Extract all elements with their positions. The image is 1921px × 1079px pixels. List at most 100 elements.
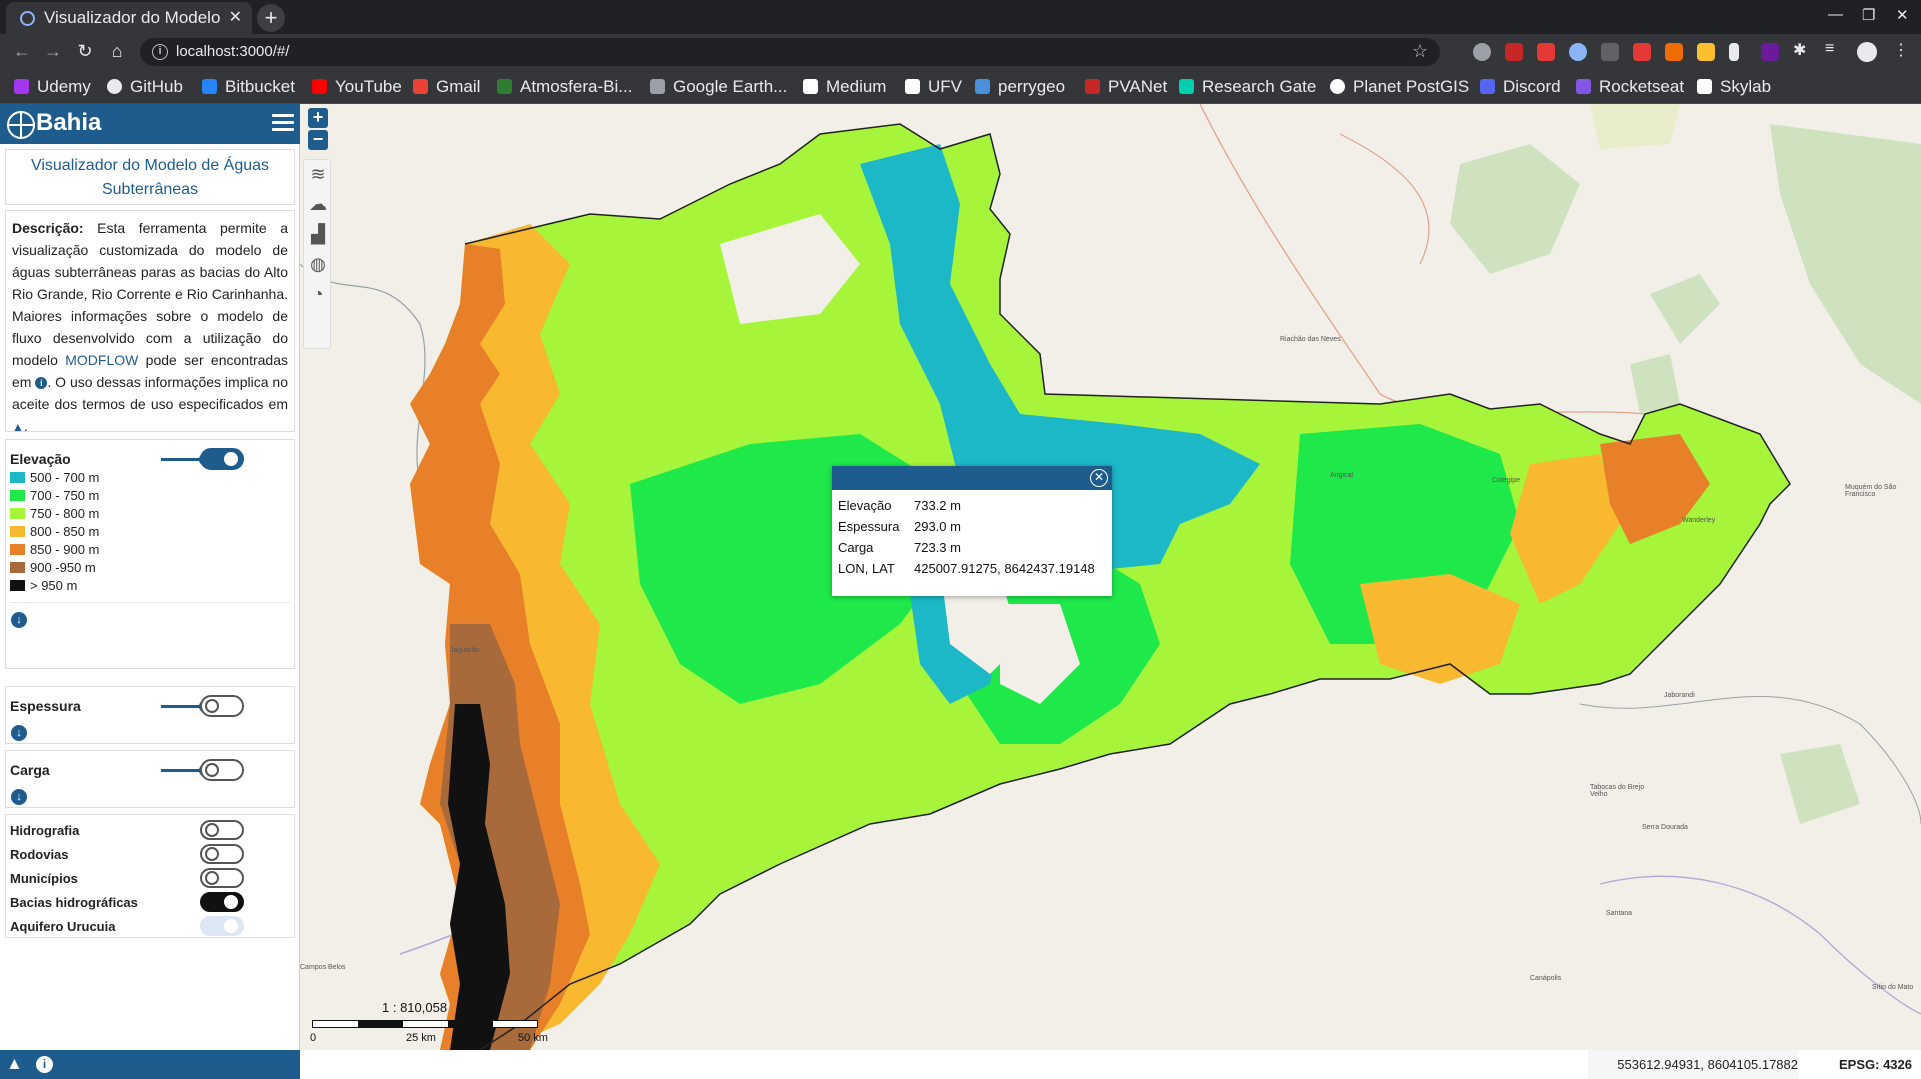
hamburger-menu-icon[interactable] bbox=[272, 114, 294, 134]
home-icon[interactable]: ⌂ bbox=[105, 41, 129, 62]
bookmark-skylab[interactable]: Skylab bbox=[1697, 77, 1771, 97]
media-icon[interactable]: ≡ bbox=[1825, 40, 1843, 58]
description-panel: Descrição: Esta ferramenta permite a vis… bbox=[5, 210, 295, 434]
avatar[interactable] bbox=[1857, 42, 1877, 62]
info-icon[interactable]: i bbox=[35, 377, 48, 389]
place-label: Riachão das Neves bbox=[1280, 336, 1341, 343]
close-window-icon[interactable]: ✕ bbox=[1896, 6, 1909, 24]
basins-toggle[interactable] bbox=[200, 892, 244, 912]
boundary-line bbox=[1599, 875, 1921, 1015]
map-toolbar: ≋ ☁ ▟ ◍ ◔ bbox=[303, 159, 331, 349]
forward-icon[interactable]: → bbox=[41, 41, 65, 62]
bar-chart-icon[interactable]: ▟ bbox=[307, 223, 329, 245]
new-tab-button[interactable]: + bbox=[257, 4, 285, 32]
download-icon[interactable]: ↓ bbox=[11, 789, 27, 805]
legend-label: > 950 m bbox=[30, 578, 78, 593]
bookmark-research-gate[interactable]: Research Gate bbox=[1179, 77, 1316, 97]
bookmark-label: Research Gate bbox=[1202, 77, 1317, 96]
place-label: Campos Belos bbox=[300, 964, 346, 971]
extension-icon[interactable] bbox=[1569, 43, 1587, 61]
ublock-icon[interactable] bbox=[1505, 43, 1523, 61]
head-toggle[interactable] bbox=[200, 759, 244, 781]
puzzle-icon[interactable]: ✱ bbox=[1793, 40, 1811, 59]
scale-bar-graphic bbox=[312, 1020, 538, 1028]
description-label: Descrição: bbox=[12, 220, 84, 236]
extension-icon[interactable] bbox=[1537, 43, 1555, 61]
legend-swatch bbox=[10, 490, 25, 501]
zoom-in-button[interactable]: + bbox=[308, 108, 328, 128]
globe-icon[interactable]: ◍ bbox=[307, 253, 329, 275]
scale-segment bbox=[313, 1021, 358, 1027]
browser-tabbar: Visualizador do Modelo ✕ + — ❐ ✕ bbox=[0, 0, 1921, 34]
back-icon[interactable]: ← bbox=[10, 41, 34, 62]
minimize-icon[interactable]: — bbox=[1828, 6, 1843, 23]
scale-segment bbox=[493, 1021, 537, 1027]
restore-icon[interactable]: ❐ bbox=[1862, 6, 1875, 24]
elevation-layer-panel: Elevação 500 - 700 m 700 - 750 m 750 - 8… bbox=[5, 439, 295, 669]
extension-icon[interactable] bbox=[1729, 43, 1739, 61]
bookmark-perrygeo[interactable]: perrygeo bbox=[975, 77, 1065, 97]
modflow-link[interactable]: MODFLOW bbox=[65, 352, 138, 368]
kebab-menu-icon[interactable]: ⋮ bbox=[1893, 40, 1911, 59]
place-label: Serra Dourada bbox=[1642, 824, 1688, 831]
feature-info-popup: ✕ Elevação 733.2 m Espessura 293.0 m Carga… bbox=[832, 466, 1112, 596]
address-bar[interactable]: i localhost:3000/#/ ☆ bbox=[140, 38, 1440, 66]
bookmark-rocketseat[interactable]: Rocketseat bbox=[1576, 77, 1684, 97]
bookmark-google-earth[interactable]: Google Earth... bbox=[650, 77, 787, 97]
extension-icon[interactable] bbox=[1601, 43, 1619, 61]
thickness-toggle[interactable] bbox=[200, 695, 244, 717]
info-icon[interactable]: i bbox=[36, 1056, 53, 1073]
extension-icon[interactable] bbox=[1633, 43, 1651, 61]
rocketseat-icon bbox=[1576, 79, 1591, 94]
bookmark-label: UFV bbox=[928, 77, 962, 96]
bookmark-star-icon[interactable]: ☆ bbox=[1412, 41, 1428, 62]
scale-ratio: 1 : 810,058 bbox=[382, 1000, 448, 1015]
bookmark-udemy[interactable]: Udemy bbox=[14, 77, 91, 97]
road-line bbox=[1199, 104, 1701, 425]
bookmark-github[interactable]: GitHub bbox=[107, 77, 183, 97]
browser-tab[interactable]: Visualizador do Modelo ✕ bbox=[6, 2, 252, 34]
close-tab-icon[interactable]: ✕ bbox=[229, 2, 242, 34]
bookmark-atmosfera[interactable]: Atmosfera-Bi... bbox=[497, 77, 632, 97]
reload-icon[interactable]: ↻ bbox=[73, 41, 97, 62]
place-label: Sítio do Mato bbox=[1872, 984, 1914, 991]
zoom-out-button[interactable]: − bbox=[308, 130, 328, 150]
download-icon[interactable]: ↓ bbox=[11, 612, 27, 628]
bookmark-pvanet[interactable]: PVANet bbox=[1085, 77, 1167, 97]
bookmark-bitbucket[interactable]: Bitbucket bbox=[202, 77, 295, 97]
elevation-toggle[interactable] bbox=[200, 448, 244, 470]
bookmark-medium[interactable]: Medium bbox=[803, 77, 886, 97]
bitbucket-icon bbox=[202, 79, 217, 94]
hydrography-toggle[interactable] bbox=[200, 820, 244, 840]
legend-swatch bbox=[10, 472, 25, 483]
youtube-icon bbox=[312, 79, 327, 94]
pie-chart-icon[interactable]: ◔ bbox=[307, 283, 329, 305]
popup-row: Carga 723.3 m bbox=[838, 540, 961, 555]
bookmark-planet-postgis[interactable]: Planet PostGIS bbox=[1330, 77, 1469, 97]
layers-icon[interactable]: ≋ bbox=[307, 163, 329, 185]
close-popup-icon[interactable]: ✕ bbox=[1090, 469, 1108, 487]
roads-toggle[interactable] bbox=[200, 844, 244, 864]
urucuia-aquifer-toggle[interactable] bbox=[200, 916, 244, 936]
bookmark-gmail[interactable]: Gmail bbox=[413, 77, 480, 97]
extension-icon[interactable] bbox=[1473, 43, 1491, 61]
bookmark-discord[interactable]: Discord bbox=[1480, 77, 1561, 97]
warning-icon[interactable]: ▲ bbox=[12, 416, 24, 438]
bookmark-youtube[interactable]: YouTube bbox=[312, 77, 402, 97]
rain-cloud-icon[interactable]: ☁ bbox=[307, 193, 329, 215]
map-view[interactable]: Riachão das Neves Angical Cotegipe Wande… bbox=[300, 104, 1921, 1050]
site-info-icon[interactable]: i bbox=[152, 44, 168, 60]
extension-icon[interactable] bbox=[1665, 43, 1683, 61]
municipalities-toggle[interactable] bbox=[200, 868, 244, 888]
road-line bbox=[1339, 133, 1430, 265]
legend-item: 700 - 750 m bbox=[10, 487, 99, 505]
extension-icon[interactable] bbox=[1761, 43, 1779, 61]
download-icon[interactable]: ↓ bbox=[11, 725, 27, 741]
medium-icon bbox=[803, 79, 818, 94]
popup-row: Espessura 293.0 m bbox=[838, 519, 961, 534]
warning-icon[interactable]: ▲ bbox=[6, 1054, 23, 1074]
extension-icon[interactable] bbox=[1697, 43, 1715, 61]
legend-label: 850 - 900 m bbox=[30, 542, 100, 557]
bookmark-ufv[interactable]: UFV bbox=[905, 77, 962, 97]
bookmark-label: Udemy bbox=[37, 77, 91, 96]
